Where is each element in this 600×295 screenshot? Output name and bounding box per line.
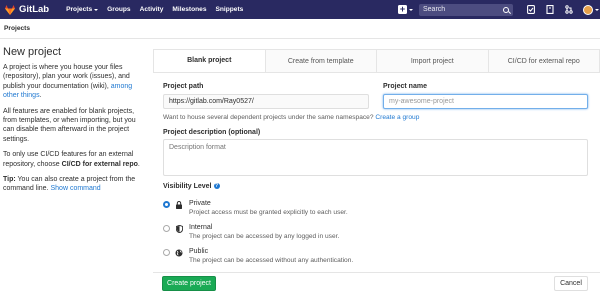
issues-icon bbox=[545, 5, 554, 14]
merge-requests-button[interactable] bbox=[559, 0, 578, 19]
description-label: Project description (optional) bbox=[163, 129, 261, 136]
nav-groups[interactable]: Groups bbox=[107, 6, 130, 13]
chevron-down-icon bbox=[94, 8, 99, 11]
project-path-field[interactable]: https://gitlab.com/Ray0527/ bbox=[163, 94, 369, 109]
gitlab-logo[interactable]: GitLab bbox=[4, 4, 49, 16]
nav-snippets[interactable]: Snippets bbox=[215, 6, 243, 13]
visibility-public-desc: The project can be accessed without any … bbox=[189, 257, 354, 264]
nav-projects-label: Projects bbox=[66, 6, 93, 13]
question-icon[interactable]: ? bbox=[213, 183, 220, 190]
form-divider bbox=[153, 272, 600, 273]
namespace-help-text: Want to house several dependent projects… bbox=[163, 114, 374, 121]
description-textarea[interactable] bbox=[163, 139, 588, 176]
visibility-public-radio[interactable] bbox=[163, 249, 170, 256]
project-name-input[interactable]: my-awesome-project bbox=[383, 94, 588, 109]
nav-milestones[interactable]: Milestones bbox=[172, 6, 206, 13]
cicd-text: To only use CI/CD features for an extern… bbox=[3, 150, 143, 169]
namespace-help: Want to house several dependent projects… bbox=[163, 114, 419, 121]
lock-icon bbox=[174, 201, 184, 216]
shield-icon bbox=[174, 225, 184, 240]
chevron-down-icon bbox=[594, 8, 599, 11]
visibility-private-radio[interactable] bbox=[163, 201, 170, 208]
p3-end: . bbox=[137, 160, 140, 168]
search-icon bbox=[503, 6, 509, 13]
tip-label: Tip: bbox=[3, 176, 16, 184]
page-title: New project bbox=[3, 46, 62, 58]
user-menu[interactable] bbox=[578, 0, 600, 19]
visibility-label: Visibility Level? bbox=[163, 183, 220, 190]
breadcrumb-projects[interactable]: Projects bbox=[4, 25, 30, 32]
visibility-public-option: Public The project can be accessed witho… bbox=[163, 248, 353, 264]
create-group-link[interactable]: Create a group bbox=[375, 114, 419, 121]
avatar bbox=[582, 4, 593, 15]
tanuki-icon bbox=[5, 4, 15, 15]
features-text: All features are enabled for blank proje… bbox=[3, 107, 136, 143]
tab-import-project[interactable]: Import project bbox=[376, 50, 488, 72]
project-name-label: Project name bbox=[383, 83, 427, 90]
visibility-internal-title: Internal bbox=[189, 224, 213, 231]
tab-cicd-external-repo[interactable]: CI/CD for external repo bbox=[487, 50, 599, 72]
nav-activity[interactable]: Activity bbox=[140, 6, 164, 13]
search-placeholder: Search bbox=[423, 6, 446, 13]
nav-projects[interactable]: Projects bbox=[66, 6, 99, 13]
todos-button[interactable] bbox=[521, 0, 540, 19]
new-project-info: New project A project is where you house… bbox=[3, 46, 143, 200]
chevron-down-icon bbox=[409, 8, 413, 11]
p1-end: . bbox=[39, 92, 42, 100]
visibility-internal-option: Internal The project can be accessed by … bbox=[163, 224, 339, 240]
merge-request-icon bbox=[564, 5, 573, 14]
visibility-internal-radio[interactable] bbox=[163, 225, 170, 232]
visibility-private-option: Private Project access must be granted e… bbox=[163, 200, 348, 216]
breadcrumb: Projects bbox=[0, 19, 600, 39]
project-path-label: Project path bbox=[163, 83, 204, 90]
globe-icon bbox=[174, 249, 184, 264]
visibility-private-desc: Project access must be granted explicitl… bbox=[189, 209, 348, 216]
plus-icon: + bbox=[398, 4, 407, 14]
cancel-button[interactable]: Cancel bbox=[554, 276, 588, 291]
tab-create-from-template[interactable]: Create from template bbox=[264, 50, 376, 72]
issues-button[interactable] bbox=[540, 0, 559, 19]
visibility-label-text: Visibility Level bbox=[163, 183, 212, 190]
show-command-link[interactable]: Show command bbox=[50, 185, 100, 192]
project-description-text: A project is where you house your files … bbox=[3, 63, 143, 101]
new-item-button[interactable]: + bbox=[398, 5, 413, 14]
visibility-internal-desc: The project can be accessed by any logge… bbox=[189, 233, 340, 240]
visibility-public-title: Public bbox=[189, 248, 209, 255]
todo-icon bbox=[526, 5, 535, 14]
project-type-tabs: Blank project Create from template Impor… bbox=[153, 49, 600, 73]
p3-bold: CI/CD for external repo bbox=[61, 160, 138, 168]
search-input[interactable]: Search bbox=[419, 3, 513, 16]
create-project-button[interactable]: Create project bbox=[162, 276, 216, 291]
tip-text: Tip: You can also create a project from … bbox=[3, 175, 143, 194]
tab-blank-project[interactable]: Blank project bbox=[154, 50, 265, 72]
visibility-private-title: Private bbox=[189, 200, 211, 207]
top-navbar: GitLab Projects Groups Activity Mileston… bbox=[0, 0, 600, 19]
logo-text: GitLab bbox=[19, 4, 50, 15]
